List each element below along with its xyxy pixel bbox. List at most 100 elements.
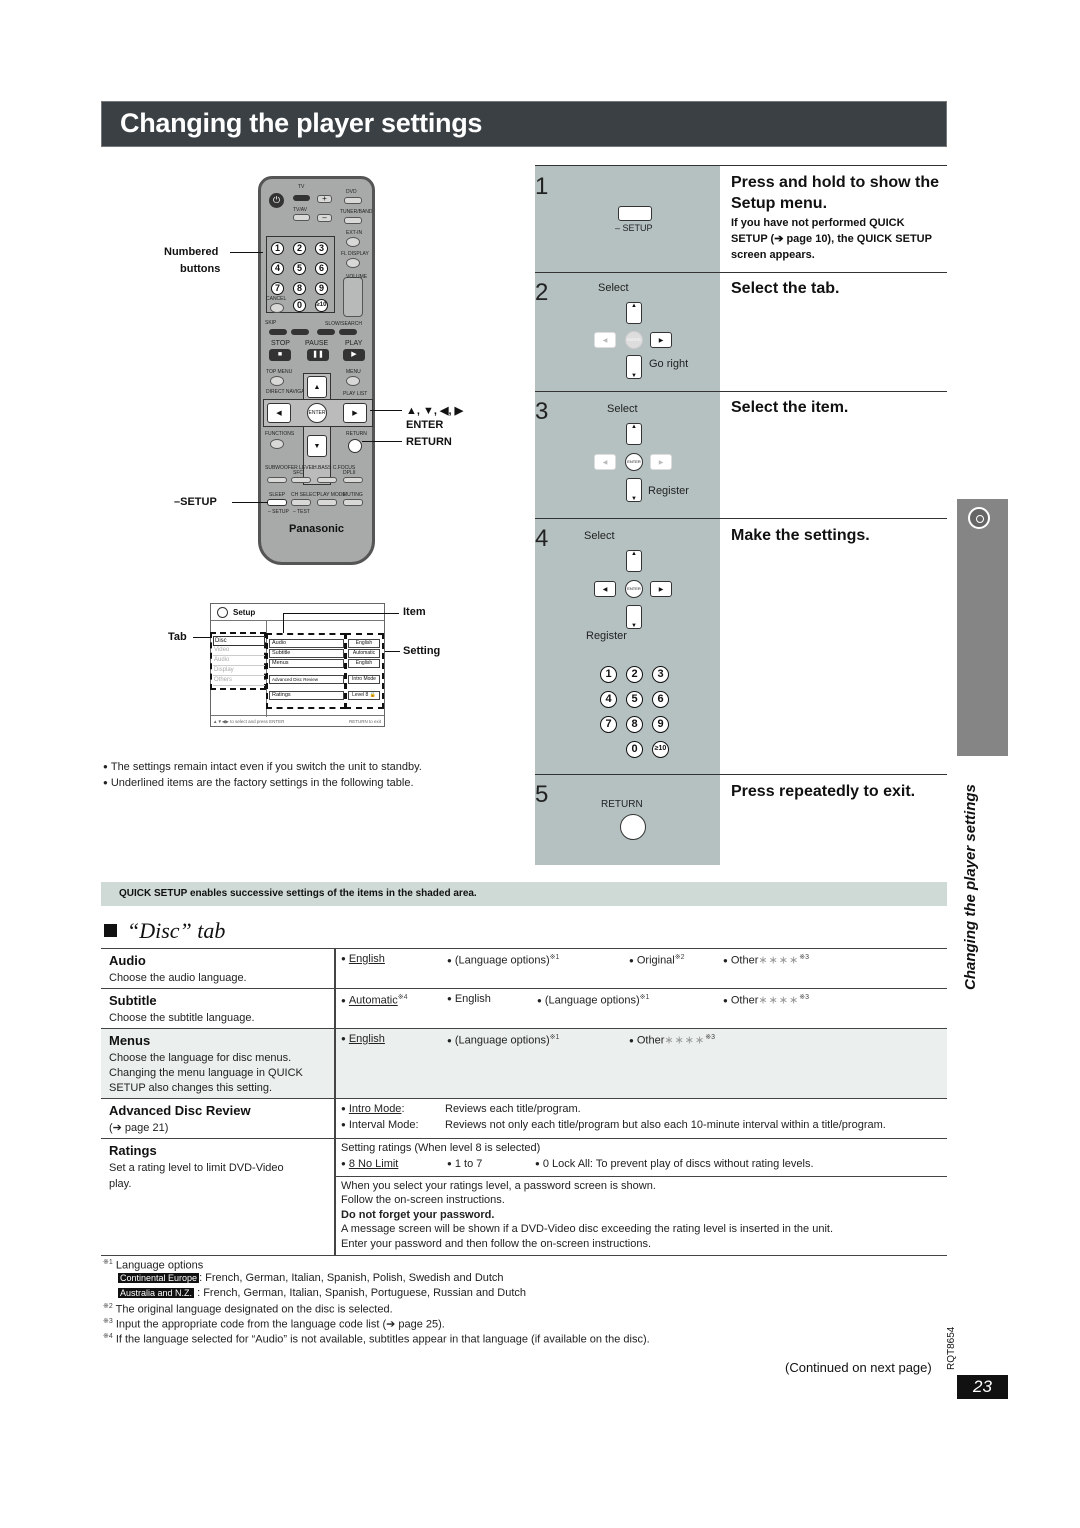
fl-display-button	[346, 258, 360, 268]
ratings-info-2: Follow the on-screen instructions.	[341, 1194, 505, 1206]
step-divider	[535, 272, 947, 273]
remote-label-play-mode: PLAY MODE	[317, 492, 346, 498]
hbass-button	[317, 477, 337, 483]
remote-label-top-menu: TOP MENU	[266, 369, 293, 375]
remote-label-tvav: TV/AV	[293, 207, 308, 213]
setup-screen-diagram: Setup Disc Video Audio Display Others Au…	[210, 603, 385, 727]
leader-line	[385, 651, 400, 652]
osd-item-audio: Audio	[269, 639, 344, 648]
remote-right-button: ▶	[343, 403, 367, 423]
step-5-title: Press repeatedly to exit.	[731, 783, 916, 800]
right-key-icon: ▶	[650, 581, 672, 597]
remote-label-setup: – SETUP	[268, 509, 289, 515]
ratings-info-5: Enter your password and then follow the …	[341, 1238, 651, 1250]
return-key-icon	[620, 814, 646, 840]
row-desc-2: Changing the menu language in QUICK	[109, 1067, 303, 1079]
note-underlined: Underlined items are the factory setting…	[103, 777, 414, 789]
key-num-1: 1	[600, 666, 617, 683]
disc-logo-icon	[217, 607, 228, 618]
step-divider	[535, 518, 947, 519]
leader-line	[232, 502, 268, 503]
ratings-info-4: A message screen will be shown if a DVD-…	[341, 1223, 834, 1235]
remote-num-10plus: ≥10	[315, 299, 328, 312]
key-num-0: 0	[626, 741, 643, 758]
left-key-icon: ◀	[594, 454, 616, 470]
remote-num-8: 8	[293, 282, 306, 295]
key-num-3: 3	[652, 666, 669, 683]
option-lock-all: 0 Lock All: To prevent play of discs wit…	[535, 1158, 814, 1170]
table-row-menus: Menus Choose the language for disc menus…	[101, 1028, 947, 1098]
option-intro-mode-desc: Reviews each title/program.	[445, 1103, 581, 1115]
steps-grey-column	[535, 165, 720, 865]
row-desc-2: play.	[109, 1178, 132, 1190]
remote-label-functions: FUNCTIONS	[265, 431, 295, 437]
footnote-1-europe: Continental Europe: French, German, Ital…	[118, 1272, 504, 1284]
row-desc-3: SETUP also changes this setting.	[109, 1082, 273, 1094]
footnote-1: ※1 Language options	[103, 1259, 204, 1272]
remote-label-test: – TEST	[293, 509, 310, 515]
osd-tab-others: Others	[213, 676, 265, 686]
row-name: Advanced Disc Review	[109, 1103, 251, 1118]
osd-setting-adr: Intro Mode	[348, 675, 380, 684]
leader-line	[370, 410, 402, 411]
leader-line	[283, 613, 284, 633]
option-language-options: (Language options)※1	[537, 993, 650, 1007]
enter-key-icon: ENTER	[625, 331, 643, 349]
stop-button: ■	[269, 349, 291, 361]
ratings-password-warning: Do not forget your password.	[341, 1209, 495, 1221]
right-key-icon: ▶	[650, 332, 672, 348]
page-number: 23	[957, 1375, 1008, 1399]
remote-num-2: 2	[293, 242, 306, 255]
play-mode-button	[317, 499, 337, 506]
return-key-label: RETURN	[601, 799, 643, 810]
row-name: Menus	[109, 1033, 151, 1048]
key-num-6: 6	[652, 691, 669, 708]
option-other: Other∗∗∗∗※3	[723, 993, 809, 1007]
osd-setting-subtitle: Automatic	[348, 649, 380, 658]
up-key-icon: ▲	[626, 302, 642, 324]
dvd-button	[344, 197, 362, 204]
osd-setting-ratings: Level 8 🔒	[348, 691, 380, 700]
remote-num-0: 0	[293, 299, 306, 312]
osd-tab-video: Video	[213, 646, 265, 656]
enter-key-icon: ENTER	[625, 580, 643, 598]
option-1-to-7: 1 to 7	[447, 1158, 483, 1170]
tv-power-button	[293, 195, 310, 201]
row-desc-1: Set a rating level to limit DVD-Video	[109, 1162, 284, 1174]
ratings-info-1: When you select your ratings level, a pa…	[341, 1180, 656, 1192]
remote-label-subwoofer: SUBWOOFER LEVEL	[265, 465, 315, 471]
remote-label-sfc: SFC	[293, 470, 303, 476]
osd-setting-audio: English	[348, 639, 380, 648]
footnote-2: ※2 The original language designated on t…	[103, 1303, 393, 1316]
left-key-icon: ◀	[594, 581, 616, 597]
callout-return: RETURN	[406, 436, 452, 448]
osd-item-ratings: Ratings	[269, 691, 344, 700]
option-no-limit: 8 No Limit	[341, 1158, 399, 1170]
pause-button: ❚❚	[307, 349, 329, 361]
step-divider	[535, 774, 947, 775]
page-title: Changing the player settings	[120, 108, 483, 138]
remote-label-extin: EXT-IN	[346, 230, 363, 236]
ratings-divider	[335, 1176, 947, 1177]
region-badge-europe: Continental Europe	[118, 1273, 200, 1283]
remote-num-4: 4	[271, 262, 284, 275]
leader-line	[230, 252, 263, 253]
osd-footer-left: ▲▼◀▶ to select and press ENTER	[213, 719, 285, 724]
enter-key-icon: ENTER	[625, 453, 643, 471]
right-key-icon: ▶	[650, 454, 672, 470]
key-num-7: 7	[600, 716, 617, 733]
remote-label-fl-display: FL DISPLAY	[341, 251, 369, 257]
remote-brand-logo: Panasonic	[288, 523, 345, 535]
remote-label-cancel: CANCEL	[266, 296, 287, 302]
step-2-action-label: Go right	[649, 358, 689, 370]
callout-enter: ENTER	[406, 419, 444, 431]
volume-rocker	[343, 277, 363, 317]
tuner-button	[344, 217, 362, 224]
up-key-icon: ▲	[626, 550, 642, 572]
remote-control: ⏻ TV + TV/AV – DVD TUNER/BAND EXT-IN FL …	[258, 176, 375, 565]
footnote-4: ※4 If the language selected for “Audio” …	[103, 1333, 650, 1346]
region-badge-australia: Australia and N.Z.	[118, 1288, 195, 1298]
remote-label-ch-select: CH SELECT	[291, 492, 320, 498]
remote-down-button: ▼	[307, 435, 327, 457]
callout-tab: Tab	[168, 631, 187, 643]
